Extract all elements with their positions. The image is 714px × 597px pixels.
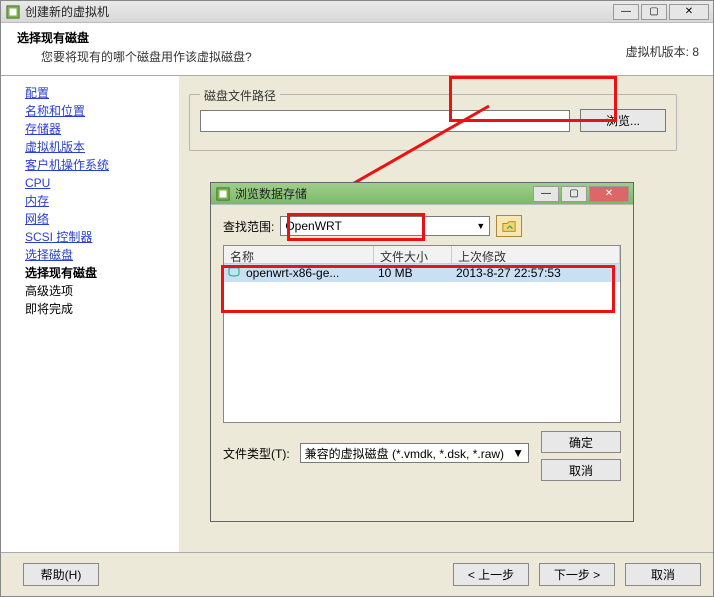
wizard-header: 选择现有磁盘 您要将现有的哪个磁盘用作该虚拟磁盘? 虚拟机版本: 8	[1, 23, 713, 76]
browse-minimize-button[interactable]: —	[533, 186, 559, 202]
next-button[interactable]: 下一步 >	[539, 563, 615, 586]
sidebar-item-4[interactable]: 客户机操作系统	[25, 156, 179, 174]
browse-maximize-button[interactable]: ▢	[561, 186, 587, 202]
sidebar-item-12: 即将完成	[25, 300, 179, 318]
browse-titlebar: 浏览数据存储 — ▢ ✕	[211, 183, 633, 205]
sidebar-item-10: 选择现有磁盘	[25, 264, 179, 282]
disk-file-icon	[228, 266, 242, 281]
col-modified[interactable]: 上次修改	[452, 246, 620, 263]
browse-dialog: 浏览数据存储 — ▢ ✕ 查找范围: OpenWRT ▼ 名称 文件大小 上次修…	[210, 182, 634, 522]
app-icon	[5, 4, 21, 20]
browse-title: 浏览数据存储	[235, 185, 531, 202]
chevron-down-icon: ▼	[476, 221, 485, 231]
dialog-cancel-button[interactable]: 取消	[541, 459, 621, 481]
disk-path-group: 磁盘文件路径 浏览...	[189, 94, 677, 151]
chevron-down-icon: ▼	[512, 446, 524, 460]
sidebar-item-1[interactable]: 名称和位置	[25, 102, 179, 120]
file-modified: 2013-8-27 22:57:53	[456, 266, 620, 280]
wizard-footer: 帮助(H) < 上一步 下一步 > 取消	[1, 552, 713, 596]
lookin-select[interactable]: OpenWRT ▼	[280, 216, 490, 236]
minimize-button[interactable]: —	[613, 4, 639, 20]
file-row[interactable]: openwrt-x86-ge... 10 MB 2013-8-27 22:57:…	[224, 264, 620, 282]
filetype-select[interactable]: 兼容的虚拟磁盘 (*.vmdk, *.dsk, *.raw) ▼	[300, 443, 529, 463]
lookin-value: OpenWRT	[285, 219, 341, 233]
sidebar-item-7[interactable]: 网络	[25, 210, 179, 228]
up-folder-button[interactable]	[496, 215, 522, 237]
sidebar-item-5[interactable]: CPU	[25, 174, 179, 192]
disk-path-input[interactable]	[200, 110, 570, 132]
sidebar-item-11: 高级选项	[25, 282, 179, 300]
lookin-row: 查找范围: OpenWRT ▼	[223, 215, 621, 237]
sidebar-item-3[interactable]: 虚拟机版本	[25, 138, 179, 156]
ok-button[interactable]: 确定	[541, 431, 621, 453]
lookin-label: 查找范围:	[223, 218, 274, 235]
browse-button[interactable]: 浏览...	[580, 109, 666, 132]
file-size: 10 MB	[378, 266, 456, 280]
back-button[interactable]: < 上一步	[453, 563, 529, 586]
file-list[interactable]: 名称 文件大小 上次修改 openwrt-x86-ge... 10 MB 201…	[223, 245, 621, 423]
file-name: openwrt-x86-ge...	[246, 266, 378, 280]
sidebar-item-8[interactable]: SCSI 控制器	[25, 228, 179, 246]
folder-icon	[215, 186, 231, 202]
filetype-label: 文件类型(T):	[223, 445, 290, 462]
help-button[interactable]: 帮助(H)	[23, 563, 99, 586]
maximize-button[interactable]: ▢	[641, 4, 667, 20]
vm-version-label: 虚拟机版本: 8	[626, 43, 699, 60]
sidebar-item-9[interactable]: 选择磁盘	[25, 246, 179, 264]
sidebar-item-2[interactable]: 存储器	[25, 120, 179, 138]
sidebar-item-0[interactable]: 配置	[25, 84, 179, 102]
filetype-value: 兼容的虚拟磁盘 (*.vmdk, *.dsk, *.raw)	[305, 445, 504, 462]
wizard-title: 创建新的虚拟机	[25, 3, 611, 20]
sidebar-item-6[interactable]: 内存	[25, 192, 179, 210]
wizard-titlebar: 创建新的虚拟机 — ▢ ✕	[1, 1, 713, 23]
cancel-button[interactable]: 取消	[625, 563, 701, 586]
col-size[interactable]: 文件大小	[374, 246, 452, 263]
group-legend: 磁盘文件路径	[200, 87, 280, 104]
window-controls: — ▢ ✕	[611, 4, 709, 20]
close-button[interactable]: ✕	[669, 4, 709, 20]
col-name[interactable]: 名称	[224, 246, 374, 263]
browse-close-button[interactable]: ✕	[589, 186, 629, 202]
wizard-sidebar: 配置名称和位置存储器虚拟机版本客户机操作系统CPU内存网络SCSI 控制器选择磁…	[1, 76, 179, 554]
page-subtitle: 您要将现有的哪个磁盘用作该虚拟磁盘?	[17, 48, 697, 65]
page-title: 选择现有磁盘	[17, 29, 697, 46]
